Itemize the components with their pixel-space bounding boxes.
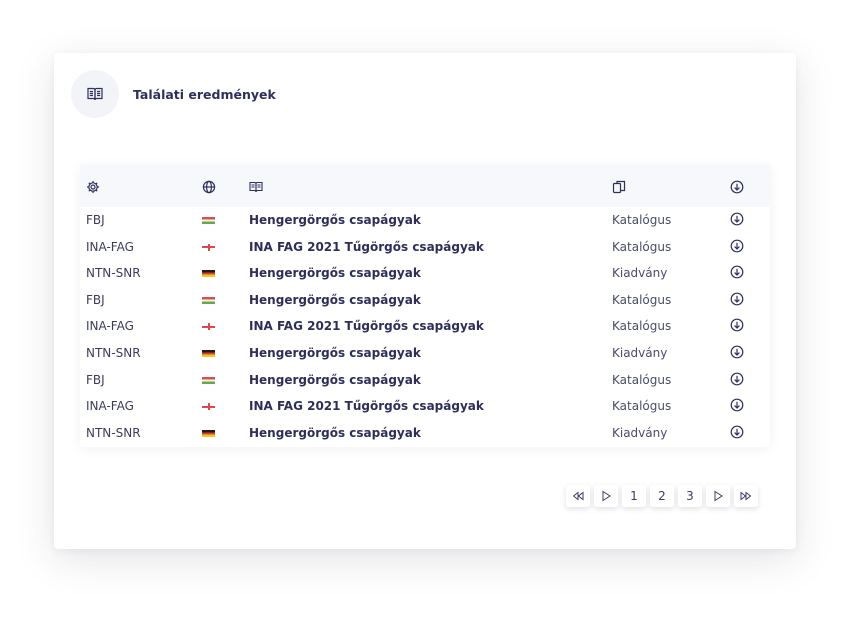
page-3-button[interactable]: 3 bbox=[678, 485, 702, 507]
document-title-link[interactable]: Hengergörgős csapágyak bbox=[249, 293, 421, 307]
document-type-cell: Katalógus bbox=[612, 319, 672, 334]
download-icon[interactable] bbox=[730, 425, 744, 439]
download-icon[interactable] bbox=[730, 292, 744, 306]
table-row[interactable]: FBJ Hengergörgős csapágyak Katalógus bbox=[80, 287, 770, 314]
documents-icon[interactable] bbox=[612, 179, 626, 194]
english-flag-icon bbox=[202, 323, 215, 331]
german-flag-icon bbox=[202, 270, 215, 278]
next-page-icon[interactable] bbox=[706, 485, 730, 507]
manufacturer-cell: INA-FAG bbox=[86, 319, 134, 334]
manufacturer-cell: INA-FAG bbox=[86, 399, 134, 414]
document-title-link[interactable]: Hengergörgős csapágyak bbox=[249, 266, 421, 280]
page-2-button[interactable]: 2 bbox=[650, 485, 674, 507]
document-type-cell: Katalógus bbox=[612, 399, 672, 414]
table-row[interactable]: FBJ Hengergörgős csapágyak Katalógus bbox=[80, 367, 770, 394]
manufacturer-cell: FBJ bbox=[86, 213, 105, 227]
document-title-link[interactable]: INA FAG 2021 Tűgörgős csapágyak bbox=[249, 319, 484, 333]
results-card: Találati eredmények FBJ Hengergörgős csa… bbox=[54, 53, 796, 549]
table-row[interactable]: NTN-SNR Hengergörgős csapágyak Kiadvány bbox=[80, 260, 770, 287]
book-icon bbox=[71, 70, 119, 118]
english-flag-icon bbox=[202, 243, 215, 251]
hungarian-flag-icon bbox=[202, 376, 215, 384]
last-page-icon[interactable] bbox=[734, 485, 758, 507]
download-icon[interactable] bbox=[730, 398, 744, 412]
table-body: FBJ Hengergörgős csapágyak Katalógus INA… bbox=[80, 207, 770, 446]
results-table: FBJ Hengergörgős csapágyak Katalógus INA… bbox=[80, 165, 770, 447]
document-type-cell: Katalógus bbox=[612, 239, 672, 254]
download-icon[interactable] bbox=[730, 239, 744, 253]
manufacturer-cell: NTN-SNR bbox=[86, 345, 141, 360]
download-icon[interactable] bbox=[730, 345, 744, 359]
manufacturer-cell: FBJ bbox=[86, 292, 105, 307]
table-row[interactable]: INA-FAG INA FAG 2021 Tűgörgős csapágyak … bbox=[80, 393, 770, 420]
german-flag-icon bbox=[202, 349, 215, 357]
hungarian-flag-icon bbox=[202, 217, 215, 224]
download-icon[interactable] bbox=[730, 179, 744, 194]
document-type-cell: Kiadvány bbox=[612, 425, 668, 440]
document-title-link[interactable]: Hengergörgős csapágyak bbox=[249, 426, 421, 440]
english-flag-icon bbox=[202, 403, 215, 411]
document-type-cell: Kiadvány bbox=[612, 345, 668, 360]
document-type-cell: Kiadvány bbox=[612, 266, 668, 281]
download-icon[interactable] bbox=[730, 372, 744, 386]
document-type-cell: Katalógus bbox=[612, 213, 672, 227]
table-row[interactable]: INA-FAG INA FAG 2021 Tűgörgős csapágyak … bbox=[80, 313, 770, 340]
page-title: Találati eredmények bbox=[133, 87, 276, 102]
manufacturer-cell: NTN-SNR bbox=[86, 425, 141, 440]
gear-icon[interactable] bbox=[86, 179, 100, 193]
german-flag-icon bbox=[202, 429, 215, 437]
table-row[interactable]: NTN-SNR Hengergörgős csapágyak Kiadvány bbox=[80, 420, 770, 447]
table-row[interactable]: FBJ Hengergörgős csapágyak Katalógus bbox=[80, 207, 770, 234]
download-icon[interactable] bbox=[730, 212, 744, 226]
download-icon[interactable] bbox=[730, 265, 744, 279]
hungarian-flag-icon bbox=[202, 296, 215, 304]
document-title-link[interactable]: Hengergörgős csapágyak bbox=[249, 213, 421, 227]
document-type-cell: Katalógus bbox=[612, 292, 672, 307]
pagination: 1 2 3 bbox=[566, 485, 758, 507]
document-title-link[interactable]: Hengergörgős csapágyak bbox=[249, 373, 421, 387]
first-page-icon[interactable] bbox=[566, 485, 590, 507]
manufacturer-cell: FBJ bbox=[86, 372, 105, 387]
document-type-cell: Katalógus bbox=[612, 372, 672, 387]
document-title-link[interactable]: Hengergörgős csapágyak bbox=[249, 346, 421, 360]
download-icon[interactable] bbox=[730, 318, 744, 332]
globe-icon[interactable] bbox=[202, 179, 216, 194]
prev-page-icon[interactable] bbox=[594, 485, 618, 507]
page-1-button[interactable]: 1 bbox=[622, 485, 646, 507]
manufacturer-cell: NTN-SNR bbox=[86, 266, 141, 281]
document-title-link[interactable]: INA FAG 2021 Tűgörgős csapágyak bbox=[249, 240, 484, 254]
book-icon[interactable] bbox=[249, 179, 263, 193]
manufacturer-cell: INA-FAG bbox=[86, 239, 134, 254]
table-header bbox=[80, 165, 770, 207]
table-row[interactable]: INA-FAG INA FAG 2021 Tűgörgős csapágyak … bbox=[80, 234, 770, 261]
table-row[interactable]: NTN-SNR Hengergörgős csapágyak Kiadvány bbox=[80, 340, 770, 367]
document-title-link[interactable]: INA FAG 2021 Tűgörgős csapágyak bbox=[249, 399, 484, 413]
